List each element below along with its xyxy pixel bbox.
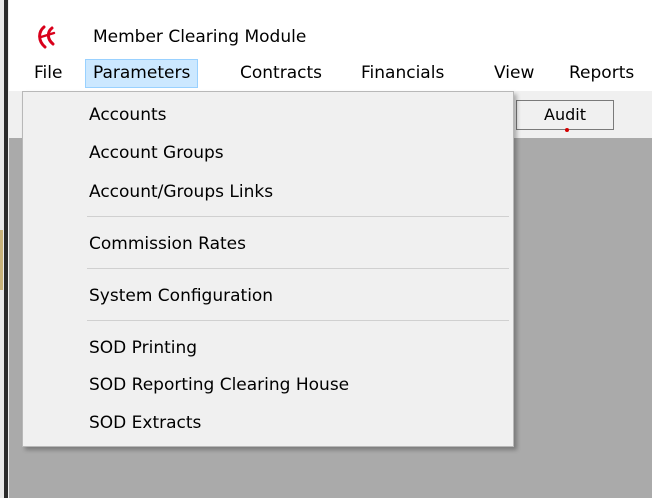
- menuitem-sod-reporting-clearing-house[interactable]: SOD Reporting Clearing House: [89, 372, 349, 398]
- menu-separator: [87, 268, 509, 269]
- edge-strip-accent: [0, 230, 3, 290]
- menu-contracts[interactable]: Contracts: [233, 59, 329, 88]
- menu-view[interactable]: View: [487, 59, 541, 88]
- menu-separator: [87, 216, 509, 217]
- menu-financials[interactable]: Financials: [354, 59, 451, 88]
- audit-button[interactable]: Audit: [516, 100, 614, 132]
- menu-parameters[interactable]: Parameters: [85, 59, 199, 88]
- audit-button-label: Audit: [544, 105, 586, 124]
- menuitem-system-configuration[interactable]: System Configuration: [89, 283, 273, 309]
- menuitem-account-groups[interactable]: Account Groups: [89, 140, 224, 166]
- edge-strip-dark: [4, 0, 8, 498]
- window-left-edge: [0, 0, 9, 498]
- window-title: Member Clearing Module: [93, 27, 307, 47]
- menu-reports[interactable]: Reports: [562, 59, 641, 88]
- menu-separator: [87, 320, 509, 321]
- app-logo-icon: [38, 25, 56, 49]
- title-bar: Member Clearing Module: [9, 0, 652, 56]
- menuitem-accounts[interactable]: Accounts: [89, 102, 167, 128]
- menuitem-sod-printing[interactable]: SOD Printing: [89, 335, 197, 361]
- parameters-dropdown-menu: Accounts Account Groups Account/Groups L…: [22, 91, 514, 447]
- menuitem-commission-rates[interactable]: Commission Rates: [89, 231, 246, 257]
- menuitem-account-groups-links[interactable]: Account/Groups Links: [89, 179, 273, 205]
- menu-file[interactable]: File: [27, 59, 69, 88]
- menu-bar: File Parameters Contracts Financials Vie…: [9, 56, 652, 91]
- menuitem-sod-extracts[interactable]: SOD Extracts: [89, 410, 201, 436]
- audit-marker: [565, 128, 569, 132]
